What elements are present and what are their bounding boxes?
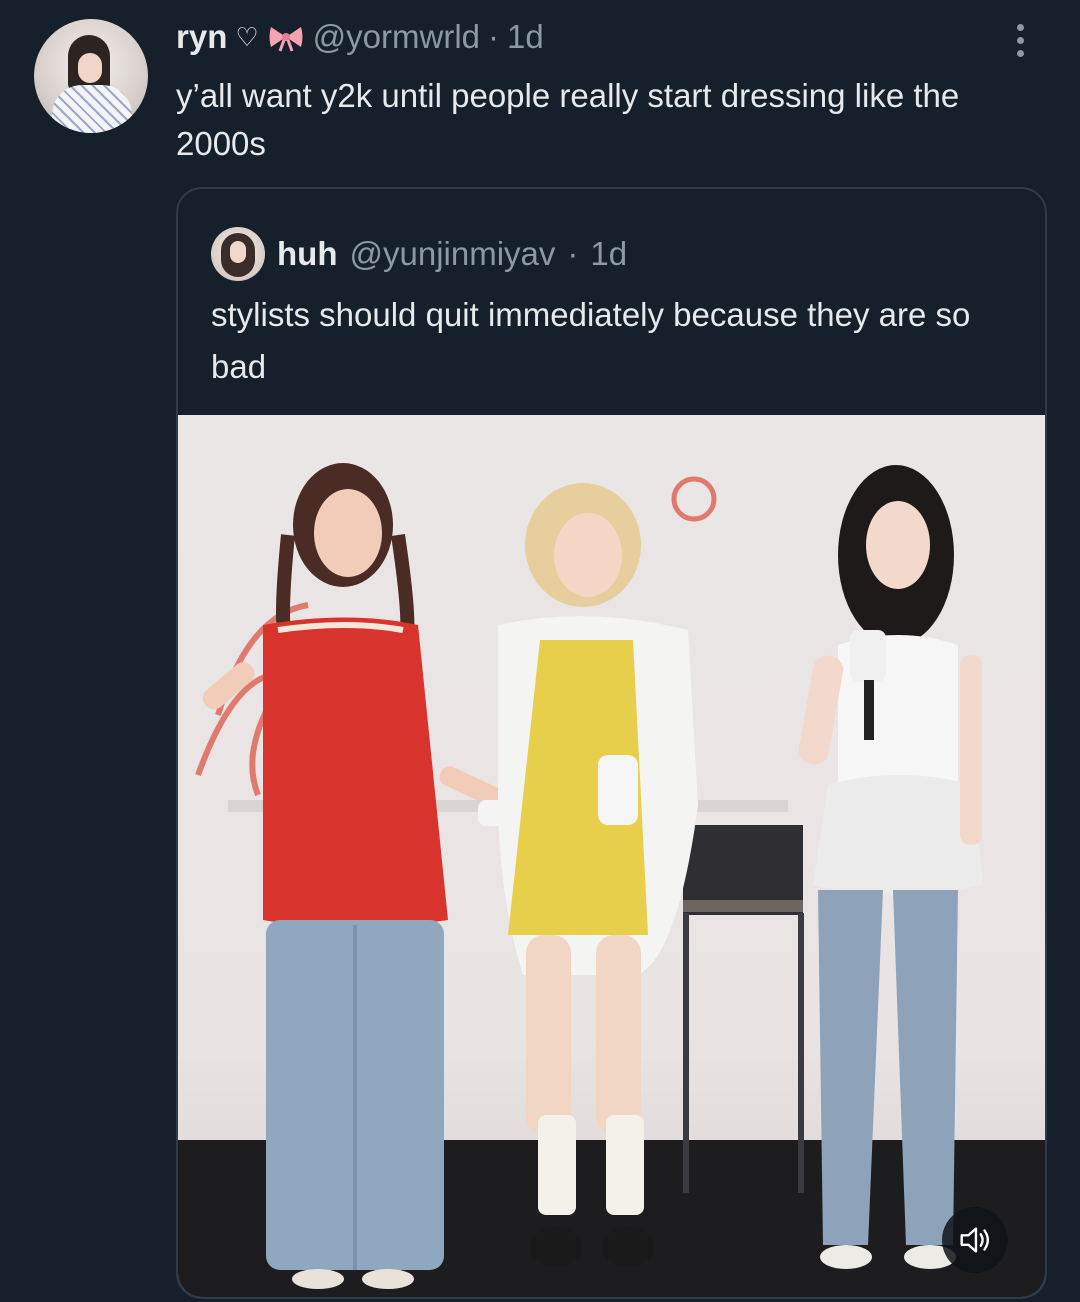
timestamp[interactable]: 1d <box>507 18 544 56</box>
separator-dot: · <box>488 18 500 55</box>
quoted-video[interactable] <box>178 415 1045 1297</box>
volume-icon <box>960 1227 990 1253</box>
bow-icon <box>267 22 305 52</box>
quoted-author-avatar[interactable] <box>211 227 265 281</box>
heart-outline-icon: ♡ <box>235 21 259 52</box>
quoted-tweet[interactable]: huh @yunjinmiyav · 1d stylists should qu… <box>176 187 1047 1299</box>
quoted-timestamp[interactable]: 1d <box>590 235 627 273</box>
author-handle[interactable]: @yormwrld <box>313 18 480 56</box>
author-name[interactable]: ryn <box>176 18 227 56</box>
video-frame <box>178 463 1045 1297</box>
tweet[interactable]: ryn ♡ @yormwrld · 1d y’all want y2k unti… <box>0 0 1080 1302</box>
quoted-tweet-header: huh @yunjinmiyav · 1d <box>211 227 627 281</box>
tweet-header: ryn ♡ @yormwrld · 1d <box>176 18 544 56</box>
quoted-author-name[interactable]: huh <box>277 235 337 273</box>
tweet-text: y’all want y2k until people really start… <box>176 77 960 162</box>
more-vertical-icon[interactable] <box>1014 24 1026 64</box>
author-avatar[interactable] <box>34 19 148 133</box>
quoted-author-handle[interactable]: @yunjinmiyav <box>349 235 555 273</box>
separator-dot: · <box>567 235 579 272</box>
quoted-tweet-text: stylists should quit immediately because… <box>211 296 971 385</box>
mute-toggle-button[interactable] <box>942 1207 1008 1273</box>
